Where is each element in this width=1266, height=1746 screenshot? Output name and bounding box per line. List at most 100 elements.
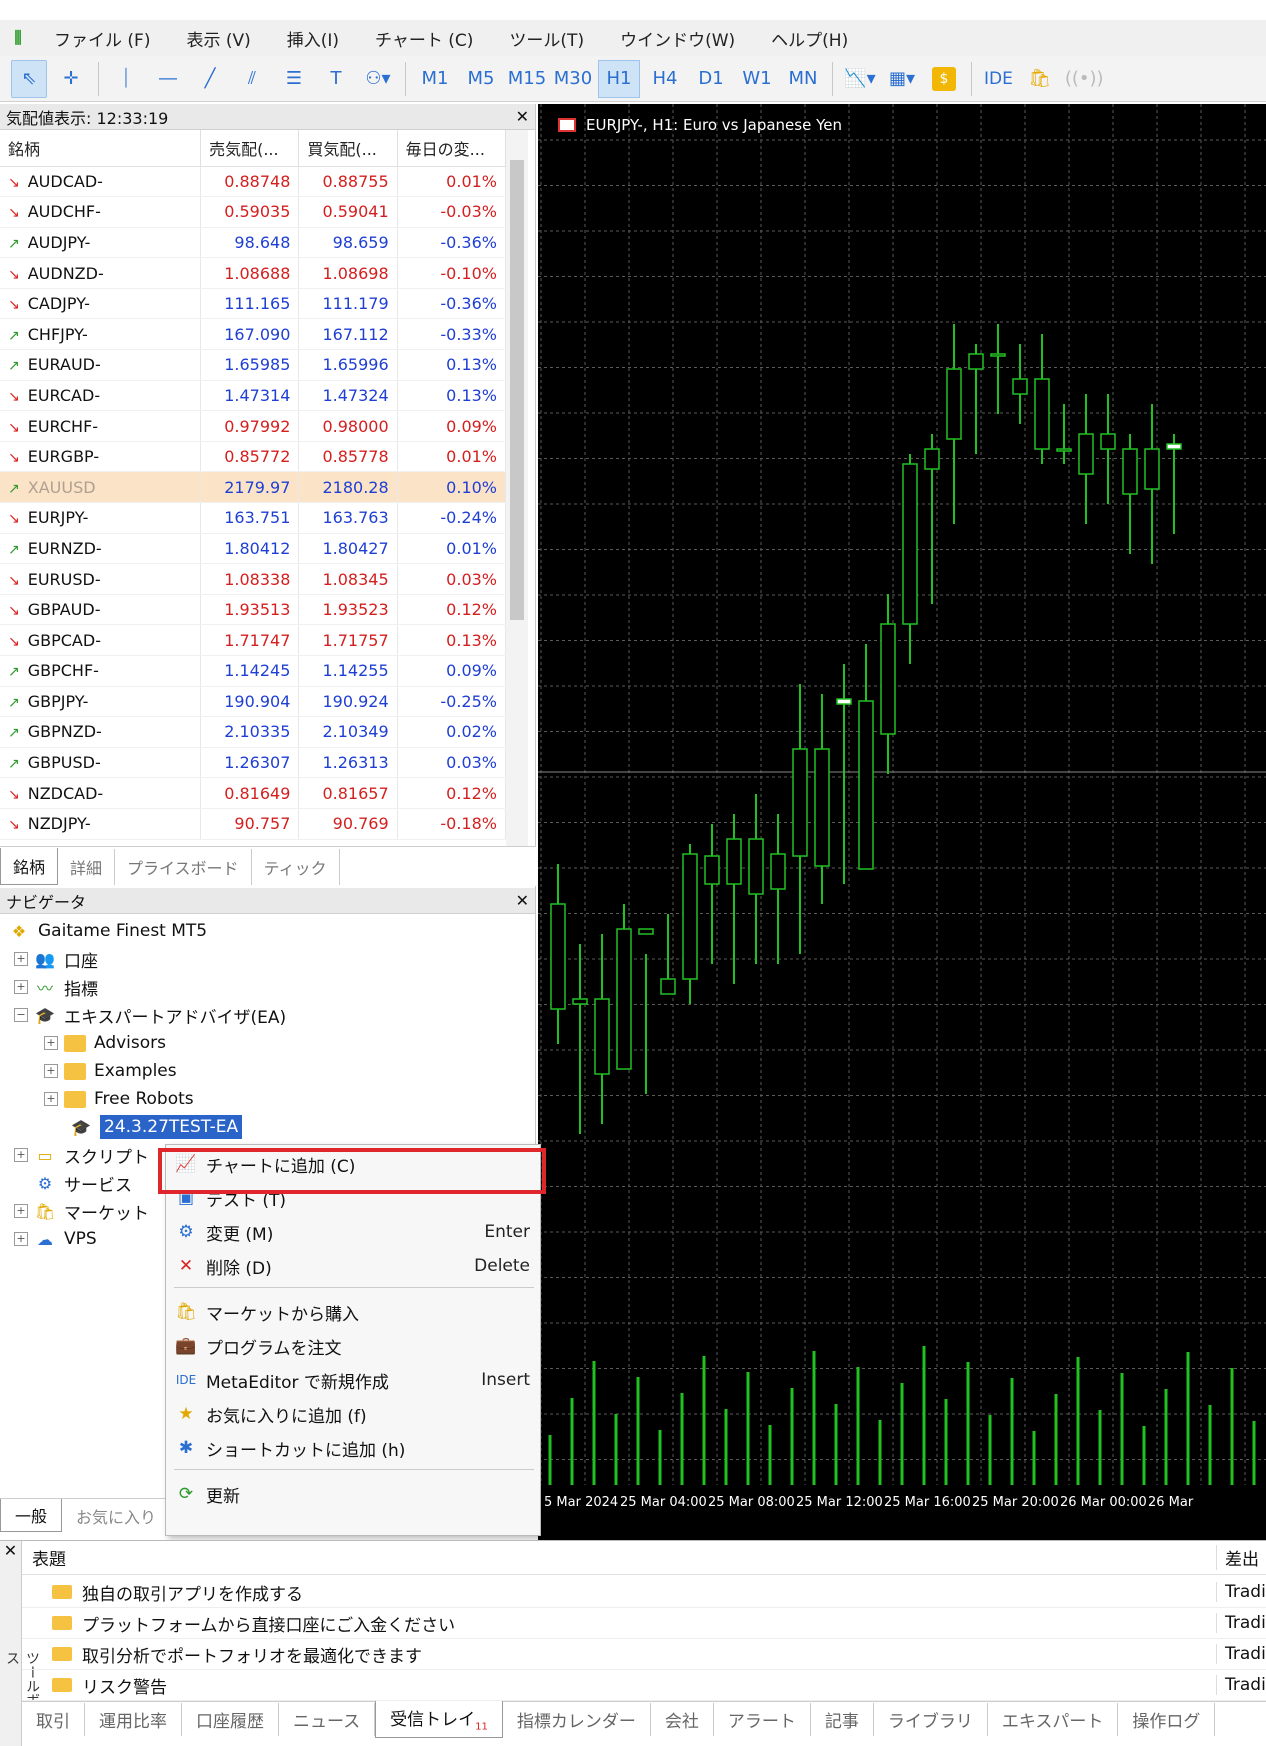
nav-root[interactable]: ❖ Gaitame Finest MT5: [8, 916, 207, 946]
expand-icon[interactable]: +: [44, 1092, 58, 1106]
toolbox-tab[interactable]: 操作ログ: [1118, 1703, 1216, 1736]
column-bid[interactable]: 売気配(...: [200, 130, 300, 167]
table-row[interactable]: ↘ EURJPY- 163.751 163.763 -0.24%: [0, 502, 507, 534]
table-row[interactable]: ↘ NZDCAD- 0.81649 0.81657 0.12%: [0, 777, 507, 809]
table-row[interactable]: ↘ AUDCAD- 0.88748 0.88755 0.01%: [0, 166, 507, 198]
toolbox-tab[interactable]: 会社: [651, 1703, 714, 1736]
timeframe-w1[interactable]: W1: [736, 60, 778, 98]
menu-help[interactable]: ヘルプ(H): [753, 26, 866, 51]
menu-file[interactable]: ファイル (F): [36, 26, 168, 51]
table-row[interactable]: ↘ EURUSD- 1.08338 1.08345 0.03%: [0, 563, 507, 595]
table-row[interactable]: ↘ GBPAUD- 1.93513 1.93523 0.12%: [0, 594, 507, 626]
expand-icon[interactable]: +: [14, 980, 28, 994]
column-from[interactable]: 差出: [1216, 1545, 1266, 1570]
timeframe-h1[interactable]: H1: [598, 59, 640, 98]
close-icon[interactable]: ✕: [516, 891, 529, 910]
crosshair-icon[interactable]: ✛: [53, 60, 89, 98]
menu-chart[interactable]: チャート (C): [357, 26, 491, 51]
menu-window[interactable]: ウインドウ(W): [602, 26, 753, 51]
timeframe-d1[interactable]: D1: [690, 60, 732, 98]
table-row[interactable]: ↘ EURGBP- 0.85772 0.85778 0.01%: [0, 441, 507, 473]
context-menu-item[interactable]: ✱ ショートカットに追加 (h): [166, 1431, 542, 1465]
cursor-icon[interactable]: ⇖: [11, 59, 47, 98]
nav-item-services[interactable]: ⚙ サービス: [34, 1168, 132, 1198]
tab-details[interactable]: 詳細: [58, 848, 116, 885]
toolbox-tab[interactable]: 運用比率: [85, 1703, 182, 1736]
table-row[interactable]: ↗ GBPCHF- 1.14245 1.14255 0.09%: [0, 655, 507, 687]
table-row[interactable]: ↗ EURAUD- 1.65985 1.65996 0.13%: [0, 349, 507, 381]
timeframe-m30[interactable]: M30: [552, 60, 594, 98]
menu-insert[interactable]: 挿入(I): [269, 26, 357, 51]
context-menu-item[interactable]: 💼 プログラムを注文: [166, 1329, 542, 1363]
column-subject[interactable]: 表題: [22, 1545, 1216, 1570]
channel-icon[interactable]: ⫽: [234, 60, 270, 98]
context-menu-item[interactable]: ⟳ 更新: [166, 1477, 542, 1511]
timeframe-m1[interactable]: M1: [414, 60, 456, 98]
table-row[interactable]: ↘ AUDNZD- 1.08688 1.08698 -0.10%: [0, 257, 507, 289]
nav-item-market[interactable]: + 🛍 マーケット: [14, 1196, 149, 1226]
nav-item-scripts[interactable]: + ▭ スクリプト: [14, 1140, 149, 1170]
tab-symbols[interactable]: 銘柄: [0, 848, 59, 885]
nav-item-ea[interactable]: − 🎓 エキスパートアドバイザ(EA): [14, 1000, 286, 1030]
nav-item-examples[interactable]: + Examples: [44, 1056, 177, 1086]
toolbox-tab[interactable]: 記事: [811, 1703, 874, 1736]
trendline-icon[interactable]: ╱: [192, 60, 228, 98]
toolbox-tab[interactable]: 受信トレイ11: [375, 1701, 503, 1738]
expand-icon[interactable]: +: [44, 1036, 58, 1050]
chart-type-icon[interactable]: 📉▾: [842, 60, 878, 98]
nav-item-selected-ea[interactable]: 🎓 24.3.27TEST-EA: [70, 1112, 243, 1142]
table-row[interactable]: ↘ GBPCAD- 1.71747 1.71757 0.13%: [0, 624, 507, 656]
nav-item-indicators[interactable]: + 〰 指標: [14, 972, 98, 1002]
table-row[interactable]: ↗ AUDJPY- 98.648 98.659 -0.36%: [0, 227, 507, 259]
expand-icon[interactable]: +: [14, 1148, 28, 1162]
table-row[interactable]: ↘ EURCAD- 1.47314 1.47324 0.13%: [0, 380, 507, 412]
context-menu-item[interactable]: ⚙ 変更 (M) Enter: [166, 1215, 542, 1249]
table-row[interactable]: ↗ XAUUSD 2179.97 2180.28 0.10%: [0, 471, 507, 504]
menu-view[interactable]: 表示 (V): [168, 26, 268, 51]
table-row[interactable]: ↘ EURCHF- 0.97992 0.98000 0.09%: [0, 410, 507, 442]
shapes-icon[interactable]: ⚇▾: [360, 60, 396, 98]
nav-item-vps[interactable]: + ☁ VPS: [14, 1224, 97, 1254]
timeframe-m5[interactable]: M5: [460, 60, 502, 98]
context-menu-item[interactable]: ★ お気に入りに追加 (f): [166, 1397, 542, 1431]
table-row[interactable]: ↗ EURNZD- 1.80412 1.80427 0.01%: [0, 533, 507, 565]
nav-item-free-robots[interactable]: + Free Robots: [44, 1084, 194, 1114]
timeframe-m15[interactable]: M15: [506, 60, 548, 98]
table-row[interactable]: ↘ NZDJPY- 90.757 90.769 -0.18%: [0, 808, 507, 840]
context-menu-item[interactable]: ✕ 削除 (D) Delete: [166, 1249, 542, 1283]
scrollbar[interactable]: [506, 130, 528, 850]
tab-general[interactable]: 一般: [0, 1499, 63, 1532]
price-chart[interactable]: 5 Mar 2024 25 Mar 04:00 25 Mar 08:00 25 Mar…: [538, 104, 1266, 1540]
indicator-list-icon[interactable]: ▦▾: [884, 60, 920, 98]
ide-button[interactable]: IDE: [978, 69, 1019, 89]
context-menu-item[interactable]: 🛍 マーケットから購入: [166, 1295, 542, 1329]
column-daily-change[interactable]: 毎日の変...: [397, 130, 507, 167]
toolbox-tab[interactable]: 指標カレンダー: [503, 1703, 651, 1736]
toolbox-tab[interactable]: アラート: [714, 1703, 811, 1736]
table-row[interactable]: ↗ GBPUSD- 1.26307 1.26313 0.03%: [0, 747, 507, 779]
toolbox-tab[interactable]: ライブラリ: [874, 1703, 988, 1736]
timeframe-mn[interactable]: MN: [782, 60, 824, 98]
column-symbol[interactable]: 銘柄: [0, 130, 202, 167]
toolbox-tab[interactable]: 口座履歴: [182, 1703, 279, 1736]
table-row[interactable]: ↗ GBPJPY- 190.904 190.924 -0.25%: [0, 686, 507, 718]
table-row[interactable]: ↘ CADJPY- 111.165 111.179 -0.36%: [0, 288, 507, 320]
scrollbar-thumb[interactable]: [510, 160, 524, 620]
table-row[interactable]: ↗ GBPNZD- 2.10335 2.10349 0.02%: [0, 716, 507, 748]
expand-icon[interactable]: +: [14, 952, 28, 966]
text-icon[interactable]: T: [318, 60, 354, 98]
nav-item-account[interactable]: + 👥 口座: [14, 944, 98, 974]
table-row[interactable]: ↗ CHFJPY- 167.090 167.112 -0.33%: [0, 318, 507, 351]
list-item[interactable]: 取引分析でポートフォリオを最適化できます Tradi: [22, 1639, 1266, 1670]
expand-icon[interactable]: +: [44, 1064, 58, 1078]
collapse-icon[interactable]: −: [14, 1008, 28, 1022]
menu-tools[interactable]: ツール(T): [491, 26, 602, 51]
fibonacci-icon[interactable]: ☰: [276, 60, 312, 98]
vertical-line-icon[interactable]: ⏐: [108, 60, 144, 98]
market-bag-icon[interactable]: 🛍: [1022, 60, 1058, 98]
list-item[interactable]: プラットフォームから直接口座にご入金ください Tradi: [22, 1608, 1266, 1639]
toolbox-tab[interactable]: 取引: [22, 1703, 85, 1736]
timeframe-h4[interactable]: H4: [644, 60, 686, 98]
close-icon[interactable]: ✕: [516, 107, 529, 126]
list-item[interactable]: リスク警告 Tradi: [22, 1670, 1266, 1701]
